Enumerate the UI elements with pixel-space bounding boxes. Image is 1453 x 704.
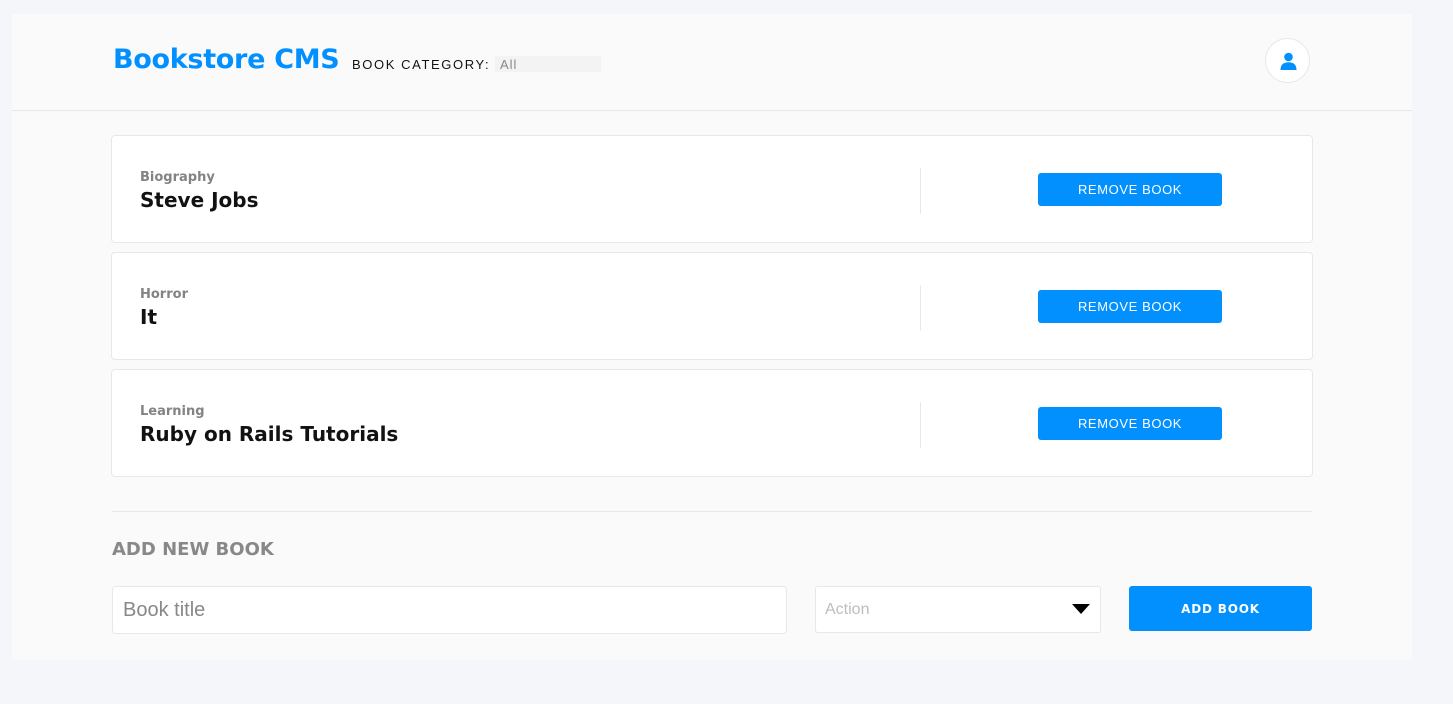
book-card: Learning Ruby on Rails Tutorials REMOVE …: [111, 369, 1313, 477]
book-title-input[interactable]: [112, 586, 787, 634]
remove-book-button[interactable]: REMOVE BOOK: [1038, 290, 1222, 323]
book-category-value: All: [500, 57, 518, 72]
book-title: Ruby on Rails Tutorials: [140, 422, 399, 446]
header: Bookstore CMS BOOK CATEGORY: All: [12, 14, 1412, 111]
book-title: Steve Jobs: [140, 188, 259, 212]
card-divider: [920, 168, 921, 214]
add-new-book-heading: ADD NEW BOOK: [112, 539, 274, 560]
book-category: Learning: [140, 404, 205, 419]
book-category: Biography: [140, 170, 215, 185]
book-card: Biography Steve Jobs REMOVE BOOK: [111, 135, 1313, 243]
bookstore-panel: Bookstore CMS BOOK CATEGORY: All Biograp…: [12, 14, 1412, 660]
brand-title[interactable]: Bookstore CMS: [113, 44, 340, 75]
category-dropdown-placeholder: Action: [825, 601, 870, 618]
remove-book-button[interactable]: REMOVE BOOK: [1038, 407, 1222, 440]
add-book-button[interactable]: ADD BOOK: [1129, 586, 1312, 631]
book-category-label: BOOK CATEGORY:: [352, 57, 491, 72]
book-card: Horror It REMOVE BOOK: [111, 252, 1313, 360]
remove-book-button[interactable]: REMOVE BOOK: [1038, 173, 1222, 206]
section-divider: [112, 511, 1312, 512]
card-divider: [920, 285, 921, 331]
book-title: It: [140, 305, 158, 329]
user-icon: [1280, 52, 1297, 70]
caret-down-icon: [1072, 604, 1090, 614]
book-category-dropdown[interactable]: Action: [815, 586, 1101, 633]
user-avatar-button[interactable]: [1265, 38, 1310, 83]
card-divider: [920, 402, 921, 448]
book-category: Horror: [140, 287, 188, 302]
book-category-select[interactable]: All: [495, 56, 601, 72]
